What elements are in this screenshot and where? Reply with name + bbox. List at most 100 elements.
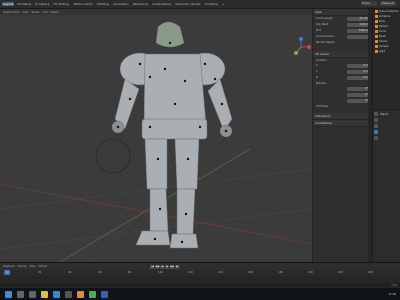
view-menu[interactable]: View xyxy=(29,265,35,268)
frame-tick-label: 200 xyxy=(308,271,313,274)
playback-menu[interactable]: Playback xyxy=(3,265,15,268)
frame-tick-label: 60 xyxy=(98,271,102,274)
outliner-item-label: Light xyxy=(379,50,385,53)
collections-section-header[interactable]: Collections xyxy=(313,113,372,120)
workspace-tab-3[interactable]: UV Editing xyxy=(52,2,70,6)
outliner-item-label: Armature xyxy=(379,15,391,18)
search-icon[interactable] xyxy=(17,290,24,298)
sidebar-n-panel: View Focal Length 50 mm Clip Start 0.01 m … xyxy=(312,9,372,262)
timeline-header: Playback Keying View Marker |◀ ◀◀ ◀ ▶ ▶▶ ▶| xyxy=(0,263,400,270)
workspace-tab-7[interactable]: Rendering xyxy=(132,2,149,6)
playback-button-5[interactable]: ▶| xyxy=(175,264,180,269)
taskbar-clock[interactable]: 17:02 xyxy=(389,293,396,296)
object-icon xyxy=(375,30,378,33)
render-tab[interactable] xyxy=(374,118,378,122)
explorer-icon[interactable] xyxy=(41,290,48,298)
view-section-header[interactable]: View xyxy=(313,9,372,16)
scene-canvas[interactable] xyxy=(0,9,312,262)
frame-tick-label: 100 xyxy=(158,271,163,274)
z-label: Z xyxy=(316,76,318,79)
cursor-z-field[interactable]: 0 m xyxy=(347,76,369,80)
frame-tick-label: 220 xyxy=(338,271,343,274)
photoshop-icon[interactable] xyxy=(101,290,108,298)
3d-cursor-section-header[interactable]: 3D Cursor xyxy=(313,51,372,58)
object-icon xyxy=(375,50,378,53)
top-menu-bar: Layout Modeling Sculpting UV Editing Texture… xyxy=(0,0,400,9)
object-icon xyxy=(375,35,378,38)
windows-icon[interactable] xyxy=(5,290,12,298)
annotations-section-header[interactable]: Annotations xyxy=(313,120,372,127)
object-icon xyxy=(375,20,378,23)
store-icon[interactable] xyxy=(65,290,72,298)
frame-tick-label: 160 xyxy=(248,271,253,274)
edge-icon[interactable] xyxy=(53,290,60,298)
frame-tick-label: 40 xyxy=(68,271,72,274)
cursor-x-field[interactable]: 0 m xyxy=(347,64,369,68)
focal-length-label: Focal Length xyxy=(316,17,333,20)
outliner-item-label: Boots xyxy=(379,35,386,38)
object-icon xyxy=(375,45,378,48)
modifier-tab[interactable] xyxy=(374,136,378,140)
workspace-tabs: Layout Modeling Sculpting UV Editing Texture… xyxy=(2,2,226,6)
outliner-item[interactable]: Light xyxy=(373,49,400,54)
armored-character-model xyxy=(111,21,233,249)
local-camera-field[interactable] xyxy=(347,35,369,39)
workspace-tab-0[interactable]: Layout xyxy=(2,2,15,6)
scene-selector[interactable]: Scene xyxy=(361,1,377,6)
x-label: X xyxy=(316,64,318,67)
frame-tick-label: 80 xyxy=(128,271,132,274)
playback-button-0[interactable]: |◀ xyxy=(150,264,155,269)
workspace-tab-5[interactable]: Shading xyxy=(96,2,110,6)
workspace-tab-6[interactable]: Animation xyxy=(112,2,129,6)
windows-taskbar: 17:02 xyxy=(0,288,400,300)
rotation-z-field[interactable]: 0° xyxy=(347,99,369,103)
playback-button-3[interactable]: ▶ xyxy=(165,264,170,269)
outliner: Scene Collection Armature Body Helmet Armor B… xyxy=(372,9,400,109)
output-tab[interactable] xyxy=(374,124,378,128)
rotation-y-field[interactable]: 0° xyxy=(347,93,369,97)
outliner-item-label: Helmet xyxy=(379,25,388,28)
properties-context-label: Object xyxy=(380,113,389,116)
local-camera-label: Local Camera xyxy=(316,35,334,38)
workspace-tab-2[interactable]: Sculpting xyxy=(34,2,50,6)
workspace-tab-9[interactable]: Geometry Nodes xyxy=(174,2,201,6)
clip-end-field[interactable]: 1000 m xyxy=(347,29,369,33)
chrome-icon[interactable] xyxy=(89,290,96,298)
status-bar: 2.93 xyxy=(0,283,400,287)
marker-menu[interactable]: Marker xyxy=(38,265,47,268)
focal-length-field[interactable]: 50 mm xyxy=(347,17,369,21)
frame-tick-label: 140 xyxy=(218,271,223,274)
top-right-controls: Scene ViewLayer xyxy=(361,1,396,6)
navigation-gizmo[interactable] xyxy=(291,37,311,55)
workspace-tab-1[interactable]: Modeling xyxy=(16,2,32,6)
3d-viewport[interactable]: Object Mode View Select Add Object xyxy=(0,9,312,262)
workspace-tab-10[interactable]: Scripting xyxy=(204,2,219,6)
outliner-item-label: Camera xyxy=(379,45,389,48)
playback-controls: |◀ ◀◀ ◀ ▶ ▶▶ ▶| xyxy=(150,264,180,269)
rotation-x-field[interactable]: 0° xyxy=(347,87,369,91)
workspace-tab-8[interactable]: Compositing xyxy=(151,2,172,6)
keying-menu[interactable]: Keying xyxy=(18,265,27,268)
object-icon xyxy=(375,15,378,18)
cursor-y-field[interactable]: 0 m xyxy=(347,70,369,74)
render-region-row[interactable]: Render Region xyxy=(313,40,372,45)
rotation-mode-row: XYZ Euler xyxy=(313,104,372,109)
view-layer-selector[interactable]: ViewLayer xyxy=(380,1,396,6)
blender-icon[interactable] xyxy=(77,290,84,298)
tool-tab[interactable] xyxy=(374,112,378,116)
object-icon xyxy=(375,25,378,28)
workspace-tab-4[interactable]: Texture Paint xyxy=(72,2,93,6)
properties-editor: Object xyxy=(372,109,400,262)
workspace-tab-11[interactable]: + xyxy=(221,2,226,6)
rotation-mode-select[interactable]: XYZ Euler xyxy=(316,105,329,108)
object-tab[interactable] xyxy=(374,130,378,134)
playback-button-1[interactable]: ◀◀ xyxy=(155,264,160,269)
frame-ruler[interactable]: 1 0 20 40 60 80 100 120 140 160 180 200 220 240 xyxy=(0,270,400,276)
3d-cursor xyxy=(95,138,131,174)
frame-tick-label: 240 xyxy=(368,271,373,274)
playback-button-2[interactable]: ◀ xyxy=(160,264,165,269)
frame-tick-label: 20 xyxy=(38,271,42,274)
clip-start-field[interactable]: 0.01 m xyxy=(347,23,369,27)
playback-button-4[interactable]: ▶▶ xyxy=(170,264,175,269)
taskview-icon[interactable] xyxy=(29,290,36,298)
